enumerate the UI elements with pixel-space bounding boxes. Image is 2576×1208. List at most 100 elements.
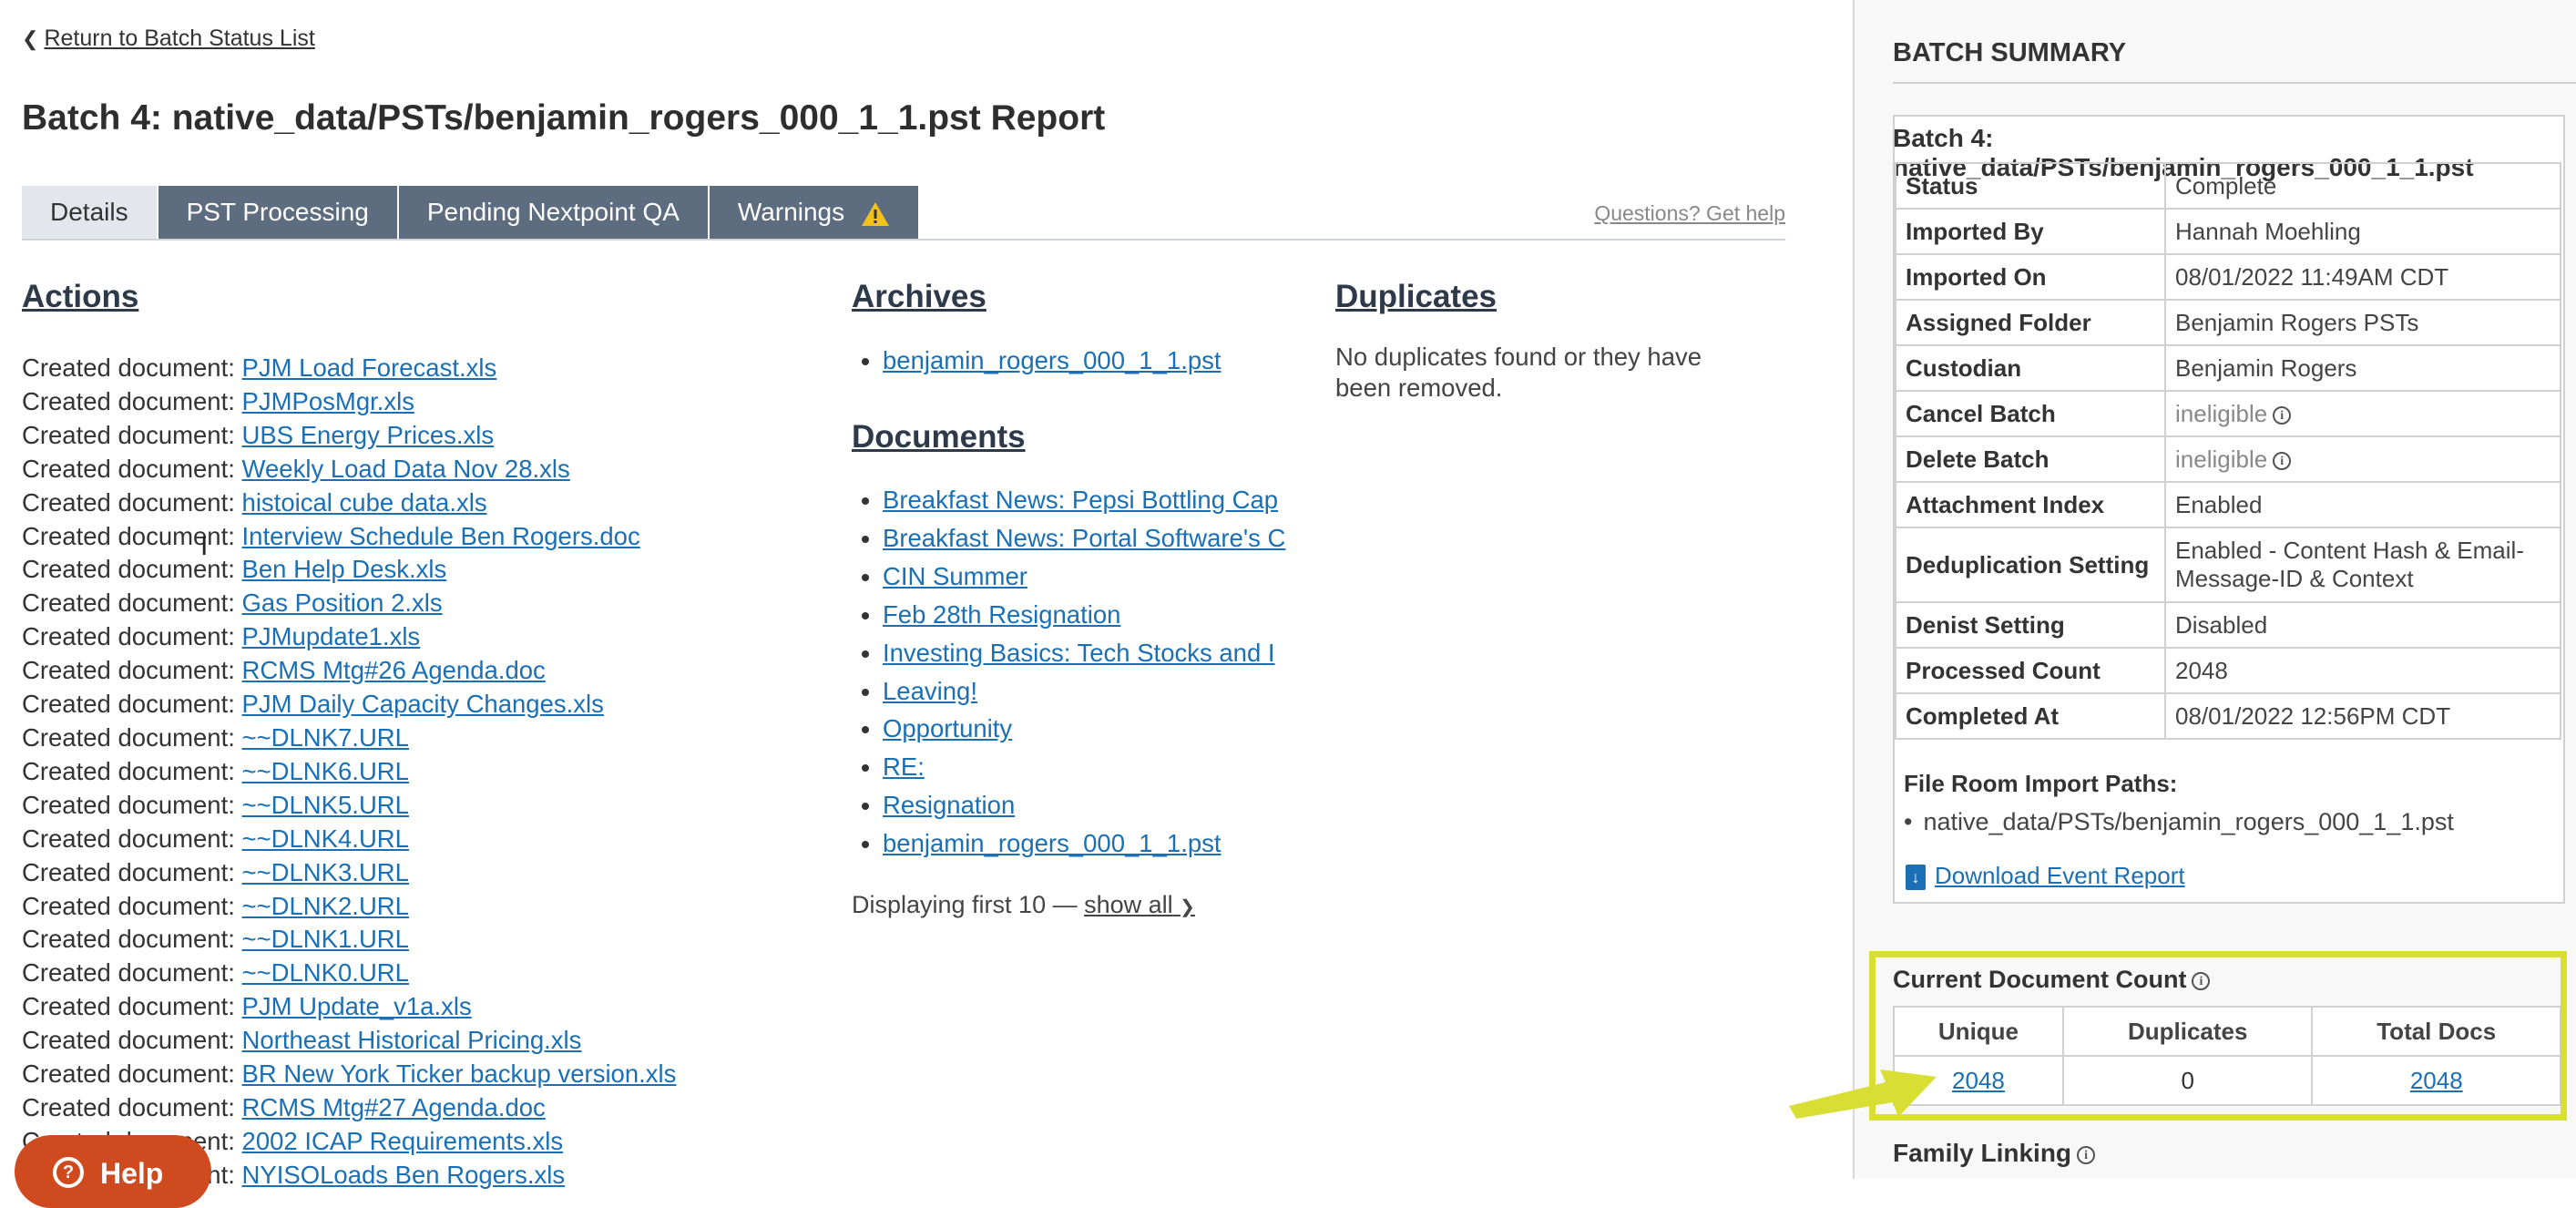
file-room-path: • native_data/PSTs/benjamin_rogers_000_1_… — [1904, 808, 2454, 836]
document-link[interactable]: ~~DLNK3.URL — [242, 858, 409, 886]
document-link[interactable]: histoical cube data.xls — [242, 488, 487, 517]
action-prefix: Created document: — [22, 353, 242, 382]
annotation-arrow-icon — [1789, 1070, 1937, 1119]
document-link[interactable]: Breakfast News: Pepsi Bottling Cap — [883, 486, 1278, 514]
archives-list: benjamin_rogers_000_1_1.pst — [852, 342, 1222, 380]
summary-value: Hannah Moehling — [2164, 208, 2561, 255]
document-link[interactable]: UBS Energy Prices.xls — [242, 421, 495, 449]
action-prefix: Created document: — [22, 1092, 242, 1121]
info-icon[interactable]: i — [2273, 451, 2292, 470]
document-link[interactable]: CIN Summer — [883, 562, 1027, 590]
table-row: Delete Batch ineligible i — [1895, 435, 2561, 483]
table-row: Processed Count 2048 — [1895, 647, 2561, 694]
document-link[interactable]: PJMPosMgr.xls — [242, 387, 414, 415]
action-item: Created document: ~~DLNK6.URL — [22, 755, 676, 789]
highlight-box — [1869, 951, 2567, 1121]
list-item: RE: — [883, 748, 1313, 786]
document-link[interactable]: Weekly Load Data Nov 28.xls — [242, 455, 570, 483]
document-link[interactable]: Feb 28th Resignation — [883, 600, 1120, 629]
tab-warnings-label: Warnings — [737, 198, 845, 226]
summary-value-text: Disabled — [2175, 610, 2268, 639]
archives-heading: Archives — [852, 279, 986, 314]
summary-value-text: 08/01/2022 12:56PM CDT — [2175, 701, 2451, 730]
document-link[interactable]: ~~DLNK7.URL — [242, 723, 409, 752]
action-item: Created document: ~~DLNK0.URL — [22, 957, 676, 990]
action-prefix: Created document: — [22, 386, 242, 415]
action-prefix: Created document: — [22, 690, 242, 719]
table-row: Cancel Batch ineligible i — [1895, 390, 2561, 437]
summary-value: 08/01/2022 11:49AM CDT — [2164, 253, 2561, 301]
document-link[interactable]: Ben Help Desk.xls — [242, 555, 447, 583]
action-prefix: Created document: — [22, 521, 242, 550]
document-link[interactable]: Investing Basics: Tech Stocks and I — [883, 639, 1275, 667]
action-prefix: Created document: — [22, 992, 242, 1021]
document-link[interactable]: RCMS Mtg#26 Agenda.doc — [242, 656, 546, 684]
document-link[interactable]: BR New York Ticker backup version.xls — [242, 1060, 677, 1088]
get-help-link[interactable]: Questions? Get help — [1594, 201, 1785, 226]
summary-value-text: 2048 — [2175, 656, 2228, 684]
document-link[interactable]: NYISOLoads Ben Rogers.xls — [242, 1161, 566, 1189]
list-item: Opportunity — [883, 710, 1313, 748]
info-icon[interactable]: i — [2273, 405, 2292, 425]
text-cursor-icon: I — [200, 531, 209, 561]
action-prefix: Created document: — [22, 622, 242, 651]
document-link[interactable]: RCMS Mtg#27 Agenda.doc — [242, 1093, 546, 1121]
archive-link[interactable]: benjamin_rogers_000_1_1.pst — [883, 346, 1222, 374]
summary-value-text: 08/01/2022 11:49AM CDT — [2175, 262, 2449, 291]
summary-value-text: ineligible — [2175, 399, 2268, 427]
action-item: Created document: BR New York Ticker bac… — [22, 1058, 676, 1091]
summary-key: Status — [1895, 162, 2166, 210]
return-to-batch-list-link[interactable]: ❮ Return to Batch Status List — [22, 26, 315, 52]
document-link[interactable]: 2002 ICAP Requirements.xls — [242, 1127, 564, 1155]
page-title: Batch 4: native_data/PSTs/benjamin_roger… — [22, 98, 1106, 138]
document-link[interactable]: Interview Schedule Ben Rogers.doc — [242, 522, 640, 550]
summary-key: Cancel Batch — [1895, 390, 2166, 437]
tab-pst-processing[interactable]: PST Processing — [158, 186, 399, 239]
document-link[interactable]: Northeast Historical Pricing.xls — [242, 1026, 582, 1054]
download-label: Download Event Report — [1935, 862, 2185, 889]
table-row: Custodian Benjamin Rogers — [1895, 344, 2561, 392]
action-prefix: Created document: — [22, 891, 242, 920]
document-link[interactable]: Resignation — [883, 791, 1015, 819]
family-linking-label: Family Linking — [1893, 1139, 2072, 1167]
action-item: Created document: ~~DLNK1.URL — [22, 923, 676, 957]
tab-pending-nextpoint-qa[interactable]: Pending Nextpoint QA — [398, 186, 710, 239]
document-link[interactable]: Gas Position 2.xls — [242, 589, 443, 617]
document-link[interactable]: PJM Daily Capacity Changes.xls — [242, 690, 604, 718]
document-link[interactable]: ~~DLNK6.URL — [242, 757, 409, 785]
document-link[interactable]: ~~DLNK5.URL — [242, 791, 409, 819]
action-prefix: Created document: — [22, 756, 242, 785]
action-item: Created document: ~~DLNK3.URL — [22, 856, 676, 890]
duplicates-heading: Duplicates — [1335, 279, 1497, 314]
show-all-link[interactable]: show all ❯ — [1084, 891, 1195, 918]
download-event-report-link[interactable]: ↓ Download Event Report — [1906, 862, 2185, 891]
document-link[interactable]: RE: — [883, 752, 925, 781]
batch-summary-title: BATCH SUMMARY — [1893, 38, 2127, 67]
document-link[interactable]: ~~DLNK4.URL — [242, 824, 409, 853]
file-room-label: File Room Import Paths: — [1904, 770, 2178, 797]
action-item: Created document: Interview Schedule Ben… — [22, 520, 676, 554]
document-link[interactable]: PJM Update_v1a.xls — [242, 992, 472, 1020]
tab-warnings[interactable]: Warnings — [709, 186, 920, 239]
action-prefix: Created document: — [22, 857, 242, 886]
document-link[interactable]: ~~DLNK0.URL — [242, 958, 409, 987]
document-link[interactable]: ~~DLNK2.URL — [242, 892, 409, 920]
document-link[interactable]: Opportunity — [883, 714, 1012, 742]
info-icon[interactable]: i — [2077, 1145, 2096, 1164]
document-link[interactable]: PJMupdate1.xls — [242, 622, 421, 650]
document-link[interactable]: benjamin_rogers_000_1_1.pst — [883, 829, 1222, 857]
action-item: Created document: ~~DLNK5.URL — [22, 789, 676, 823]
action-prefix: Created document: — [22, 925, 242, 954]
document-link[interactable]: PJM Load Forecast.xls — [242, 353, 497, 382]
table-row: Assigned Folder Benjamin Rogers PSTs — [1895, 299, 2561, 346]
summary-value: 2048 — [2164, 647, 2561, 694]
document-link[interactable]: Breakfast News: Portal Software's C — [883, 524, 1285, 552]
summary-value: Disabled — [2164, 601, 2561, 649]
tabs-divider — [22, 239, 1785, 241]
document-link[interactable]: ~~DLNK1.URL — [242, 925, 409, 953]
action-prefix: Created document: — [22, 589, 242, 618]
document-link[interactable]: Leaving! — [883, 677, 977, 705]
tab-details[interactable]: Details — [22, 186, 158, 239]
help-button[interactable]: ? Help — [15, 1135, 211, 1208]
main-content: ❮ Return to Batch Status List Batch 4: na… — [0, 0, 1849, 1208]
